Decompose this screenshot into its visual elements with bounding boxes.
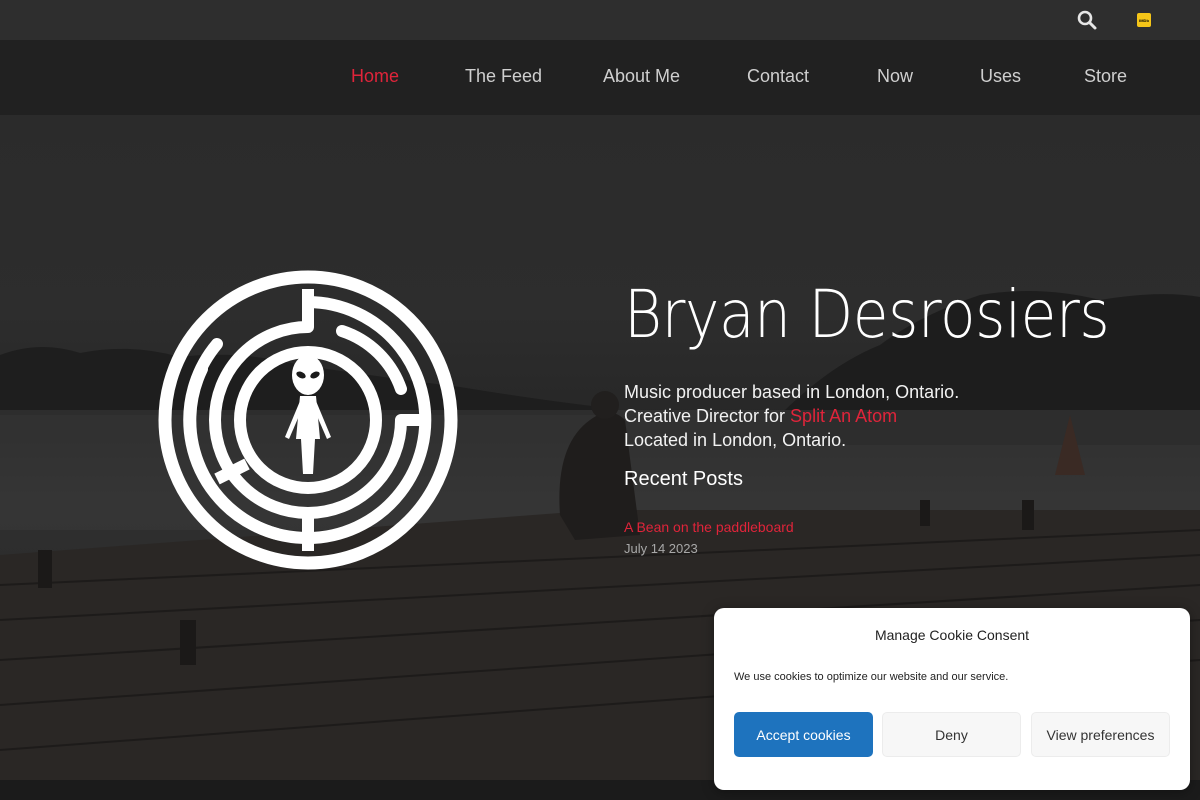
nav-item-about-me[interactable]: About Me — [603, 66, 680, 92]
nav-item-uses[interactable]: Uses — [980, 66, 1021, 92]
nav-item-now[interactable]: Now — [877, 66, 913, 92]
deny-cookies-button[interactable]: Deny — [882, 712, 1021, 757]
accept-cookies-button[interactable]: Accept cookies — [734, 712, 873, 757]
nav-item-the-feed[interactable]: The Feed — [465, 66, 542, 92]
page-title: Bryan Desrosiers — [624, 276, 1110, 353]
recent-post-date: July 14 2023 — [624, 541, 698, 556]
cookie-consent-dialog: Manage Cookie Consent We use cookies to … — [714, 608, 1190, 790]
nav-item-contact[interactable]: Contact — [747, 66, 809, 92]
view-preferences-button[interactable]: View preferences — [1031, 712, 1170, 757]
recent-posts-heading: Recent Posts — [624, 468, 743, 490]
nav-item-home[interactable]: Home — [351, 66, 399, 92]
bio-line-creative-director: Creative Director for Split An Atom — [624, 404, 897, 428]
search-icon — [1077, 10, 1097, 30]
bio-line-producer: Music producer based in London, Ontario. — [624, 382, 960, 402]
alien-maze-logo — [158, 270, 458, 570]
split-an-atom-link[interactable]: Split An Atom — [790, 406, 897, 426]
bio-prefix: Creative Director for — [624, 406, 791, 426]
imdb-icon[interactable]: IMDb — [1137, 13, 1151, 27]
nav-item-store[interactable]: Store — [1084, 66, 1127, 92]
cookie-dialog-title: Manage Cookie Consent — [874, 627, 1030, 643]
search-button[interactable] — [1076, 9, 1098, 31]
recent-post-link[interactable]: A Bean on the paddleboard — [624, 519, 794, 535]
bio-line-location: Located in London, Ontario. — [624, 430, 847, 450]
cookie-dialog-message: We use cookies to optimize our website a… — [734, 671, 1009, 683]
main-navigation: Home The Feed About Me Contact Now Uses … — [0, 40, 1200, 115]
top-utility-bar: IMDb — [0, 0, 1200, 40]
